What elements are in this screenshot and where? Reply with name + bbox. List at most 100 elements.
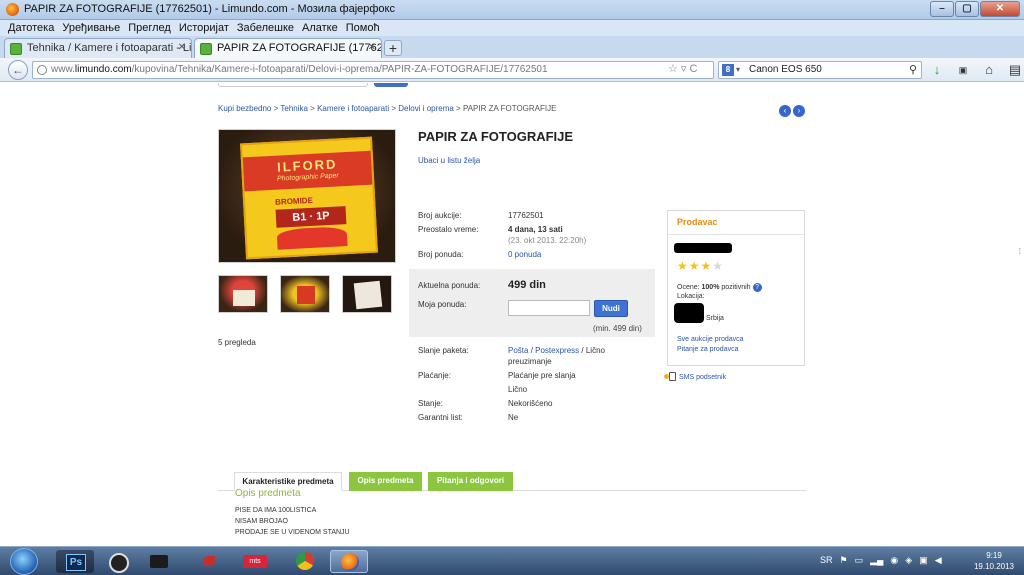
menu-file[interactable]: Датотека <box>8 22 54 34</box>
bid-amount-input[interactable] <box>508 300 590 316</box>
signal-icon[interactable]: ▂▄ <box>870 554 883 566</box>
menu-bar: Датотека Уређивање Преглед Историјат Заб… <box>0 20 1024 36</box>
menu-icon[interactable]: ▤ <box>1008 62 1022 78</box>
thumbnail-3[interactable] <box>342 275 392 313</box>
my-bid-label: Moja ponuda: <box>418 300 467 309</box>
menu-tools[interactable]: Алатке <box>302 22 338 34</box>
mts-taskbar-icon[interactable] <box>236 550 274 573</box>
seller-all-auctions-link[interactable]: Sve aukcije prodavca <box>677 336 744 343</box>
payment-value-2: Lično <box>508 385 528 394</box>
start-button[interactable] <box>10 548 38 575</box>
menu-bookmarks[interactable]: Забелешке <box>237 22 294 34</box>
shipping-posta-link[interactable]: Pošta <box>508 346 528 355</box>
main-product-photo[interactable]: ILFORD Photographic Paper BROMIDE B1 · 1… <box>218 129 396 263</box>
end-date: (23. okt 2013. 22:20h) <box>508 236 587 245</box>
bird-app-taskbar-icon[interactable] <box>190 550 228 573</box>
breadcrumb-current: PAPIR ZA FOTOGRAFIJE <box>462 104 557 113</box>
ask-seller-link[interactable]: Pitanje za prodavca <box>677 346 738 353</box>
breadcrumb-delovi[interactable]: Delovi i oprema <box>398 104 454 113</box>
description-line: NISAM BROJAO <box>235 518 288 525</box>
paper-box-image: ILFORD Photographic Paper BROMIDE B1 · 1… <box>240 136 378 260</box>
monitor-icon[interactable]: ▭ <box>855 554 864 566</box>
tab-kamere[interactable]: Tehnika / Kamere i fotoaparati - Limu...… <box>4 38 192 58</box>
thumbnail-2[interactable] <box>280 275 330 313</box>
tab-close-icon[interactable]: ✕ <box>368 42 376 53</box>
clock-time: 9:19 <box>986 551 1002 560</box>
search-input[interactable]: 8 ▾ Canon EOS 650 ⚲ <box>718 61 922 79</box>
firefox-taskbar-icon[interactable] <box>330 550 368 573</box>
help-icon[interactable]: ? <box>752 283 762 292</box>
seller-rating-stars: ★★★★ <box>677 259 725 273</box>
payment-value: Plaćanje pre slanja <box>508 371 576 380</box>
breadcrumb-kamere[interactable]: Kamere i fotoaparati <box>317 104 389 113</box>
media-player-taskbar-icon[interactable] <box>98 550 136 573</box>
device-icon[interactable]: ▣ <box>919 554 928 566</box>
search-icon[interactable]: ⚲ <box>909 62 917 78</box>
place-bid-button[interactable]: Nudi <box>594 300 628 317</box>
url-prefix: www. <box>51 64 75 75</box>
search-value: Canon EOS 650 <box>749 64 822 75</box>
tab-label: Tehnika / Kamere i fotoaparati - Limu... <box>27 42 192 54</box>
menu-view[interactable]: Преглед <box>128 22 171 34</box>
new-tab-button[interactable]: + <box>384 40 402 56</box>
maximize-button[interactable]: ▢ <box>955 1 979 17</box>
bid-count-link[interactable]: 0 ponuda <box>508 250 541 259</box>
sms-reminder-link[interactable]: SMS podsetnik <box>664 372 726 381</box>
tab-pitanja[interactable]: Pitanja i odgovori <box>428 472 513 491</box>
menu-history[interactable]: Историјат <box>179 22 229 34</box>
chevron-down-icon[interactable]: ▾ <box>736 62 740 78</box>
site-search-button[interactable] <box>374 83 408 87</box>
network-icon[interactable]: ◉ <box>890 554 898 566</box>
minimum-bid-note: (min. 499 din) <box>593 324 642 333</box>
navigation-bar: ← www.limundo.com/kupovina/Tehnika/Kamer… <box>0 58 1024 82</box>
scrollbar[interactable]: ⁞ <box>1019 247 1021 256</box>
download-icon[interactable]: ↓ <box>930 62 944 78</box>
description-line: PRODAJE SE U VIDENOM STANJU <box>235 529 350 536</box>
menu-edit[interactable]: Уређивање <box>62 22 120 34</box>
globe-icon <box>37 65 47 75</box>
prev-item-icon[interactable]: ‹ <box>779 105 791 117</box>
language-indicator[interactable]: SR <box>820 554 833 566</box>
camera-app-taskbar-icon[interactable] <box>140 550 178 573</box>
tab-close-icon[interactable]: ✕ <box>178 42 186 53</box>
condition-label: Stanje: <box>418 399 443 408</box>
add-to-wishlist-link[interactable]: Ubaci u listu želja <box>418 156 480 165</box>
url-controls[interactable]: ☆ ▿ C <box>668 62 697 75</box>
close-window-button[interactable]: ✕ <box>980 1 1020 17</box>
thumbnail-1[interactable] <box>218 275 268 313</box>
breadcrumb-tehnika[interactable]: Tehnika <box>280 104 308 113</box>
volume-icon[interactable]: ◀ <box>935 554 942 566</box>
antivirus-icon[interactable]: ◈ <box>905 554 912 566</box>
home-icon[interactable]: ⌂ <box>982 62 996 78</box>
shipping-options: Pošta / Postexpress / Lično <box>508 346 605 355</box>
search-engine-icon[interactable]: 8 <box>722 64 734 76</box>
page-title: PAPIR ZA FOTOGRAFIJE <box>418 129 574 144</box>
location-value: Srbija <box>706 315 724 322</box>
back-button[interactable]: ← <box>8 60 28 80</box>
breadcrumb-kupi-bezbedno[interactable]: Kupi bezbedno <box>218 104 271 113</box>
taskbar-clock[interactable]: 9:19 19.10.2013 <box>972 550 1016 572</box>
seller-header: Prodavac <box>668 211 804 235</box>
tab-opis[interactable]: Opis predmeta <box>349 472 422 491</box>
limundo-favicon-icon <box>200 43 212 55</box>
shipping-personal-pickup: preuzimanje <box>508 357 552 366</box>
shipping-postexpress-link[interactable]: Postexpress <box>535 346 579 355</box>
bid-panel: Aktuelna ponuda: 499 din Moja ponuda: Nu… <box>409 269 655 337</box>
flag-icon[interactable]: ⚑ <box>840 554 848 566</box>
url-bar[interactable]: www.limundo.com/kupovina/Tehnika/Kamere-… <box>32 61 714 79</box>
tab-papir[interactable]: PAPIR ZA FOTOGRAFIJE (17762501) - ... ✕ <box>194 38 382 58</box>
tab-bar: Tehnika / Kamere i fotoaparati - Limu...… <box>0 36 1024 58</box>
menu-help[interactable]: Помоћ <box>346 22 380 34</box>
description-title: Opis predmeta <box>235 488 301 499</box>
minimize-button[interactable]: – <box>930 1 954 17</box>
site-search-field[interactable] <box>218 83 368 87</box>
page-content: Kupi bezbedno > Tehnika > Kamere i fotoa… <box>0 83 1024 546</box>
chrome-taskbar-icon[interactable] <box>286 550 324 573</box>
time-remaining-label: Preostalo vreme: <box>418 225 479 234</box>
next-item-icon[interactable]: › <box>793 105 805 117</box>
url-domain: limundo.com <box>74 64 132 75</box>
seller-panel: Prodavac ★★★★ Ocene: 100% pozitivnih? Lo… <box>667 210 805 366</box>
photoshop-taskbar-icon[interactable] <box>56 550 94 573</box>
youtube-icon[interactable]: ▣ <box>956 62 970 78</box>
time-remaining-value: 4 dana, 13 sati <box>508 225 563 234</box>
